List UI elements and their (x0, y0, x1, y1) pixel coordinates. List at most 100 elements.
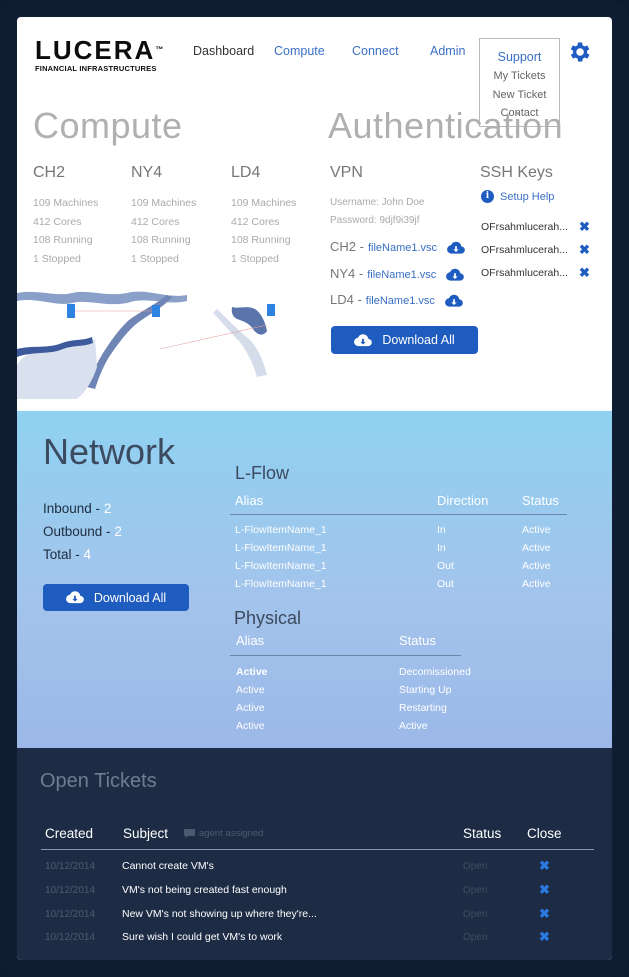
nav-connect[interactable]: Connect (352, 44, 399, 58)
menu-new-ticket[interactable]: New Ticket (480, 89, 559, 101)
vpn-credentials: Username: John Doe Password: 9djf9i39jf (330, 194, 425, 230)
vpn-file-link[interactable]: fileName1.vsc (367, 269, 436, 281)
ssh-key-item: OFrsahmlucerah... (481, 267, 568, 279)
ticket-status: Open (463, 932, 488, 943)
device-frame: LUCERA™ FINANCIAL INFRASTRUCTURES Dashbo… (0, 0, 629, 977)
ticket-status: Open (463, 861, 488, 872)
nav-dashboard[interactable]: Dashboard (193, 44, 254, 58)
cloud-download-icon[interactable] (446, 268, 464, 282)
physical-status: Active (399, 720, 428, 732)
dc-machines: 109 Machines (231, 197, 297, 209)
physical-status: Decomissioned (399, 666, 471, 678)
cloud-download-icon (65, 591, 84, 604)
vpn-download-all-button[interactable]: Download All (331, 326, 478, 354)
app-screen: LUCERA™ FINANCIAL INFRASTRUCTURES Dashbo… (17, 17, 612, 960)
gear-icon[interactable] (566, 39, 592, 65)
dc-running: 108 Running (231, 234, 291, 246)
ticket-date: 10/12/2014 (45, 861, 96, 872)
dc-name: LD4 (231, 164, 261, 181)
divider (230, 514, 567, 515)
dc-cores: 412 Cores (33, 215, 82, 228)
ticket-subject[interactable]: Cannot create VM's (122, 860, 214, 872)
nav-compute[interactable]: Compute (274, 44, 325, 58)
ticket-subject[interactable]: New VM's not showing up where they're... (122, 908, 317, 920)
close-icon[interactable]: ✖ (539, 906, 550, 922)
agent-assigned-legend: agent assigned (184, 828, 263, 839)
nav-support[interactable]: Support (480, 50, 559, 64)
lflow-direction: Out (437, 578, 454, 590)
world-map-graphic (17, 291, 275, 399)
vpn-file-row: LD4 - fileName1.vsc (330, 292, 463, 308)
outbound-value: 2 (114, 524, 122, 539)
open-tickets-section: Open Tickets Created Subject agent assig… (17, 748, 612, 960)
dc-name: CH2 (33, 164, 66, 181)
physical-header-alias: Alias (236, 633, 265, 648)
logo-tm: ™ (155, 45, 164, 54)
physical-alias: Active (236, 666, 268, 678)
nav-admin[interactable]: Admin (430, 44, 465, 58)
lflow-direction: Out (437, 560, 454, 572)
vpn-dc-label: CH2 - (330, 239, 364, 254)
cloud-download-icon[interactable] (446, 241, 465, 255)
ssh-keys-title: SSH Keys (480, 164, 553, 181)
vpn-file-link[interactable]: fileName1.vsc (368, 242, 437, 254)
lflow-direction: In (437, 542, 446, 554)
ticket-subject[interactable]: Sure wish I could get VM's to work (122, 931, 282, 943)
lflow-status: Active (522, 578, 551, 590)
divider (41, 849, 594, 850)
setup-help-link[interactable]: i Setup Help (481, 190, 554, 203)
total-label: Total - (43, 547, 80, 562)
close-icon[interactable]: ✖ (579, 219, 590, 235)
ssh-key-item: OFrsahmlucerah... (481, 244, 568, 256)
vpn-dc-label: NY4 - (330, 266, 364, 281)
inbound-stat: Inbound - 2 (43, 501, 111, 516)
compute-title: Compute (33, 105, 183, 146)
lflow-direction: In (437, 524, 446, 536)
network-title: Network (43, 431, 176, 472)
close-icon[interactable]: ✖ (539, 882, 550, 898)
physical-alias: Active (236, 720, 265, 732)
lflow-title: L-Flow (235, 463, 290, 483)
vpn-password: Password: 9djf9i39jf (330, 215, 420, 226)
vpn-file-link[interactable]: fileName1.vsc (366, 295, 435, 307)
ticket-status: Open (463, 885, 488, 896)
chat-bubble-icon (184, 829, 195, 838)
tickets-header-created: Created (45, 826, 94, 841)
open-tickets-title: Open Tickets (40, 770, 157, 792)
lflow-alias: L-FlowItemName_1 (235, 560, 327, 572)
ticket-date: 10/12/2014 (45, 909, 96, 920)
cloud-download-icon[interactable] (444, 294, 463, 308)
lucera-logo[interactable]: LUCERA™ FINANCIAL INFRASTRUCTURES (35, 37, 163, 73)
dc-name: NY4 (131, 164, 163, 181)
lflow-alias: L-FlowItemName_1 (235, 524, 327, 536)
close-icon[interactable]: ✖ (539, 858, 550, 874)
close-icon[interactable]: ✖ (579, 242, 590, 258)
datacenter-ld4: LD4 109 Machines 412 Cores 108 Running 1… (231, 164, 296, 268)
authentication-title: Authentication (328, 105, 564, 146)
button-label: Download All (382, 333, 455, 347)
menu-my-tickets[interactable]: My Tickets (480, 70, 559, 82)
ticket-subject[interactable]: VM's not being created fast enough (122, 884, 287, 896)
vpn-file-row: NY4 - fileName1.vsc (330, 266, 464, 282)
dc-stopped: 1 Stopped (231, 252, 279, 265)
close-icon[interactable]: ✖ (579, 265, 590, 281)
dc-machines: 109 Machines (33, 197, 99, 209)
physical-alias: Active (236, 702, 265, 714)
vpn-file-row: CH2 - fileName1.vsc (330, 239, 465, 255)
lflow-status: Active (522, 560, 551, 572)
network-section: Network Inbound - 2 Outbound - 2 Total -… (17, 411, 612, 748)
physical-header-status: Status (399, 633, 436, 648)
lflow-alias: L-FlowItemName_1 (235, 578, 327, 590)
inbound-label: Inbound - (43, 501, 101, 516)
info-icon: i (481, 190, 494, 203)
network-download-all-button[interactable]: Download All (43, 584, 189, 611)
cloud-download-icon (354, 333, 373, 346)
physical-status: Starting Up (399, 684, 452, 696)
outbound-stat: Outbound - 2 (43, 524, 122, 539)
vpn-username: Username: John Doe (330, 197, 425, 208)
close-icon[interactable]: ✖ (539, 929, 550, 945)
total-stat: Total - 4 (43, 547, 91, 562)
total-value: 4 (83, 547, 92, 562)
lflow-header-status: Status (522, 493, 559, 508)
datacenter-ny4: NY4 109 Machines 412 Cores 108 Running 1… (131, 164, 196, 268)
